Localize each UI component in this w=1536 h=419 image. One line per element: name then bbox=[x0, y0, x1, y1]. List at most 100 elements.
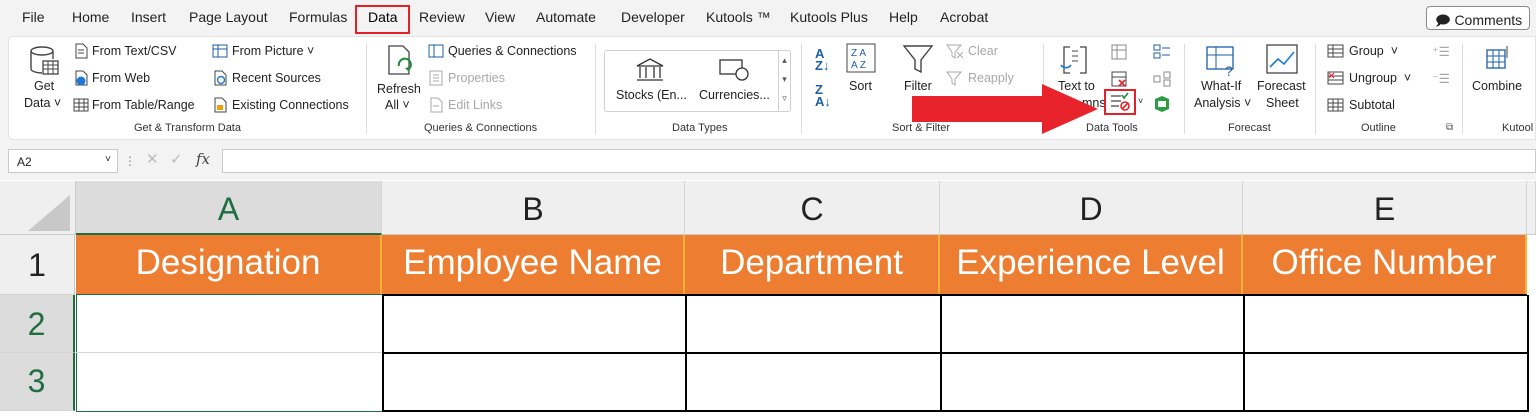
menu-developer[interactable]: Developer bbox=[621, 9, 685, 25]
ungroup-button[interactable]: Ungroup ˅ bbox=[1349, 71, 1411, 85]
column-header-e[interactable]: E bbox=[1243, 181, 1527, 235]
menu-acrobat[interactable]: Acrobat bbox=[940, 9, 988, 25]
cancel-icon[interactable]: ✕ bbox=[146, 150, 159, 168]
column-header-a[interactable]: A bbox=[76, 181, 382, 235]
group-divider bbox=[801, 44, 802, 134]
sort-za-icon[interactable]: Z A↓ bbox=[815, 83, 831, 108]
enter-icon[interactable]: ✓ bbox=[170, 150, 183, 168]
properties[interactable]: Properties bbox=[448, 71, 505, 85]
from-web[interactable]: From Web bbox=[92, 71, 150, 85]
text-file-icon bbox=[75, 43, 88, 59]
cell-c3[interactable] bbox=[685, 352, 942, 412]
gridline bbox=[76, 352, 383, 353]
cell-a2-a3-selection[interactable] bbox=[76, 294, 384, 412]
cell-e2[interactable] bbox=[1243, 294, 1529, 354]
remove-duplicates-icon bbox=[1111, 71, 1127, 87]
database-icon bbox=[30, 46, 59, 75]
what-if-label-1[interactable]: What-If bbox=[1201, 79, 1241, 93]
combine-icon bbox=[1486, 46, 1508, 69]
queries-icon bbox=[428, 44, 444, 58]
column-header-c[interactable]: C bbox=[685, 181, 940, 235]
formula-input[interactable] bbox=[222, 149, 1536, 173]
what-if-label-2[interactable]: Analysis ˅ bbox=[1194, 96, 1251, 110]
chevron-down-icon[interactable]: ˅ bbox=[105, 154, 111, 165]
cell-d3[interactable] bbox=[940, 352, 1245, 412]
cell-b2[interactable] bbox=[382, 294, 687, 354]
insert-function-icon[interactable]: fx bbox=[196, 150, 210, 168]
select-all-icon bbox=[28, 195, 70, 231]
show-detail-icon[interactable]: ⁺☰ bbox=[1432, 44, 1450, 59]
menu-kutools[interactable]: Kutools ™ bbox=[706, 9, 771, 25]
header-cell-designation[interactable]: Designation bbox=[76, 235, 382, 295]
group-divider bbox=[595, 44, 596, 134]
combine-button[interactable]: Combine bbox=[1472, 79, 1522, 93]
from-text-csv[interactable]: From Text/CSV bbox=[92, 44, 177, 58]
svg-text:?: ? bbox=[1225, 63, 1233, 77]
header-cell-department[interactable]: Department bbox=[685, 235, 940, 295]
group-label-queries: Queries & Connections bbox=[424, 122, 538, 134]
subtotal-button[interactable]: Subtotal bbox=[1349, 98, 1395, 112]
stocks-button[interactable]: Stocks (En... bbox=[616, 88, 687, 102]
what-if-icon: ? bbox=[1206, 46, 1234, 77]
header-cell-employee-name[interactable]: Employee Name bbox=[382, 235, 685, 295]
web-icon bbox=[75, 70, 88, 86]
group-button[interactable]: Group ˅ bbox=[1349, 44, 1398, 58]
forecast-sheet-label-1[interactable]: Forecast bbox=[1257, 79, 1306, 93]
menu-formulas[interactable]: Formulas bbox=[289, 9, 347, 25]
group-label-kutools: Kutool bbox=[1502, 122, 1534, 134]
refresh-all-label-2[interactable]: All ˅ bbox=[385, 98, 410, 112]
row-header-2[interactable]: 2 bbox=[0, 295, 75, 353]
column-header-b[interactable]: B bbox=[382, 181, 685, 235]
menu-view[interactable]: View bbox=[485, 9, 515, 25]
queries-connections[interactable]: Queries & Connections bbox=[448, 44, 577, 58]
currencies-button[interactable]: Currencies... bbox=[699, 88, 770, 102]
column-header-d[interactable]: D bbox=[940, 181, 1243, 235]
column-header-f[interactable] bbox=[1527, 181, 1536, 235]
forecast-sheet-label-2[interactable]: Sheet bbox=[1266, 96, 1299, 110]
name-box[interactable]: A2 ˅ bbox=[8, 149, 118, 173]
cell-d2[interactable] bbox=[940, 294, 1245, 354]
from-table-range[interactable]: From Table/Range bbox=[92, 98, 195, 112]
sort-button[interactable]: Sort bbox=[849, 79, 872, 93]
get-data-label-2[interactable]: Data ˅ bbox=[24, 96, 61, 110]
consolidate-icon bbox=[1153, 44, 1170, 59]
select-all-corner[interactable] bbox=[0, 181, 76, 235]
row-header-1[interactable]: 1 bbox=[0, 235, 75, 295]
header-cell-office-number[interactable]: Office Number bbox=[1243, 235, 1527, 295]
dialog-launcher-icon[interactable]: ⧉ bbox=[1446, 122, 1453, 133]
data-tab-highlight bbox=[355, 5, 410, 34]
header-cell-experience-level[interactable]: Experience Level bbox=[940, 235, 1243, 295]
row-header-3[interactable]: 3 bbox=[0, 353, 75, 411]
menu-home[interactable]: Home bbox=[72, 9, 109, 25]
data-model-icon bbox=[1155, 96, 1169, 112]
edit-links[interactable]: Edit Links bbox=[448, 98, 502, 112]
comments-button[interactable]: 🗩 Comments bbox=[1426, 6, 1530, 30]
filter-icon bbox=[902, 45, 934, 74]
ungroup-icon bbox=[1327, 71, 1344, 85]
recent-sources[interactable]: Recent Sources bbox=[232, 71, 321, 85]
cell-b3[interactable] bbox=[382, 352, 687, 412]
picture-icon bbox=[212, 44, 228, 58]
menu-file[interactable]: File bbox=[22, 9, 45, 25]
data-validation-dropdown[interactable]: ˅ bbox=[1138, 96, 1143, 106]
existing-connections[interactable]: Existing Connections bbox=[232, 98, 349, 112]
cell-c2[interactable] bbox=[685, 294, 942, 354]
gallery-scroll[interactable]: ▴ ▾ ▿ bbox=[778, 51, 790, 111]
hide-detail-icon[interactable]: ⁻☰ bbox=[1432, 71, 1450, 86]
sort-az-icon[interactable]: A Z↓ bbox=[815, 47, 829, 72]
menu-automate[interactable]: Automate bbox=[536, 9, 596, 25]
clear-button[interactable]: Clear bbox=[968, 44, 998, 58]
group-label-get-transform: Get & Transform Data bbox=[134, 122, 241, 134]
refresh-all-label-1[interactable]: Refresh bbox=[377, 82, 421, 96]
bank-icon bbox=[636, 58, 664, 81]
get-data-label-1[interactable]: Get bbox=[34, 79, 54, 93]
menu-insert[interactable]: Insert bbox=[131, 9, 166, 25]
menu-kutools-plus[interactable]: Kutools Plus bbox=[790, 9, 868, 25]
menu-review[interactable]: Review bbox=[419, 9, 465, 25]
menu-page-layout[interactable]: Page Layout bbox=[189, 9, 268, 25]
cell-e3[interactable] bbox=[1243, 352, 1529, 412]
group-divider bbox=[1462, 44, 1463, 134]
from-picture[interactable]: From Picture ˅ bbox=[232, 44, 314, 58]
menu-help[interactable]: Help bbox=[889, 9, 918, 25]
cell-f1[interactable] bbox=[1527, 235, 1536, 295]
